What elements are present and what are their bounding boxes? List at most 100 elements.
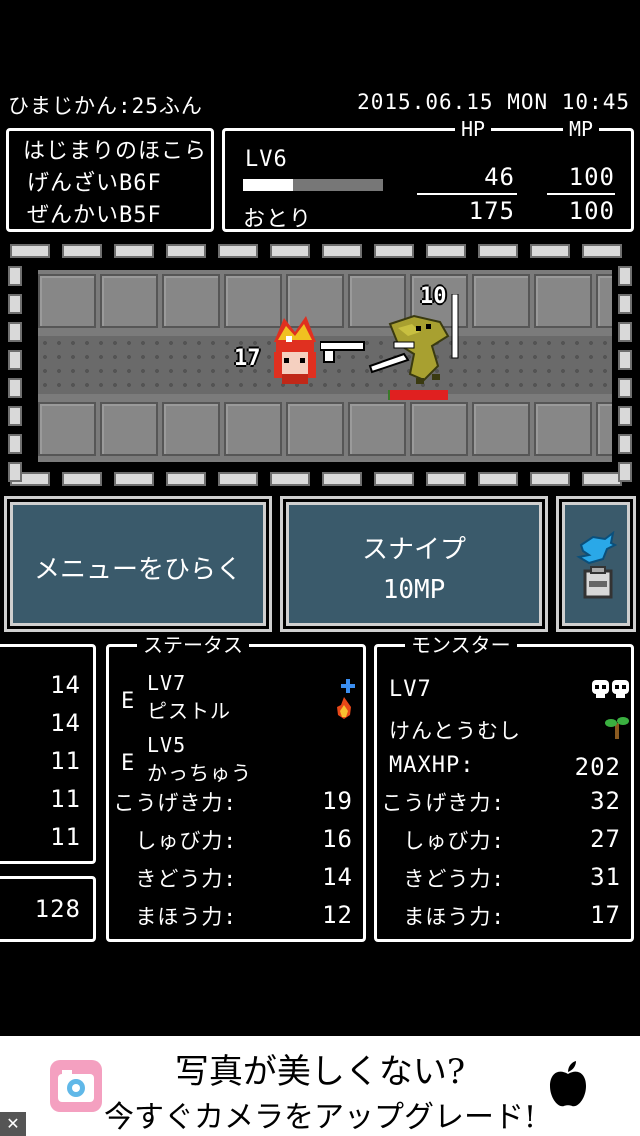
dungeon-name: はじまりのほこら <box>23 139 208 164</box>
wall-brick <box>8 378 22 398</box>
player-level: LV6 <box>245 147 288 172</box>
status-stat-label: しゅび力: <box>135 829 237 853</box>
left-stat-value: 14 <box>50 671 81 699</box>
status-panel-title: ステータス <box>137 634 249 656</box>
weapon-name: ピストル <box>147 699 231 723</box>
wall-tile <box>472 402 530 456</box>
wall-tile <box>534 274 592 328</box>
ad-close-button[interactable]: ✕ <box>0 1112 26 1136</box>
wall-brick <box>8 350 22 370</box>
exp-bar <box>243 179 383 191</box>
mp-current: 100 <box>568 163 615 191</box>
monster-stat-value: 31 <box>590 863 621 891</box>
status-panel: ステータス E LV7 ピストル E LV5 かっちゅう こうげき力: 19 しゅび… <box>106 634 366 942</box>
wall-brick <box>618 378 632 398</box>
location-panel: はじまりのほこら げんざいB6F ぜんかいB5F <box>6 128 214 232</box>
monster-stat-value: 27 <box>590 825 621 853</box>
wall-brick <box>374 244 414 258</box>
wall-tile <box>286 402 344 456</box>
ad-subline: 今すぐカメラをアップグレード! <box>103 1100 537 1135</box>
status-stat-value: 16 <box>322 825 353 853</box>
wall-tile <box>100 274 158 328</box>
wall-brick <box>618 406 632 426</box>
open-menu-button[interactable]: メニューをひらく <box>7 499 269 629</box>
player-status-panel: LV6 おとり HP MP 46 175 100 100 <box>222 118 634 232</box>
left-stat-value: 14 <box>50 709 81 737</box>
monster-maxhp-label: MAXHP: <box>389 753 475 778</box>
left-stats-panel: 14 14 11 11 11 <box>0 644 96 864</box>
exp-bar-fill <box>243 179 294 191</box>
wall-brick <box>530 472 570 486</box>
monster-stat-label: こうげき力: <box>381 791 505 815</box>
dungeon-view: 17 10 <box>4 240 636 492</box>
fire-icon <box>337 697 351 719</box>
monster-stat-label: きどう力: <box>403 867 505 891</box>
monster-stat-value: 32 <box>590 787 621 815</box>
monster-maxhp-value: 202 <box>574 753 621 781</box>
best-floor: ぜんかいB5F <box>27 203 162 228</box>
monster-panel-title: モンスター <box>405 634 517 656</box>
wall-brick <box>166 472 206 486</box>
wall-brick <box>8 406 22 426</box>
player-damage-number: 17 <box>234 346 261 371</box>
wall-tile <box>472 274 530 328</box>
enemy-sprite <box>368 294 459 384</box>
wall-tile <box>162 402 220 456</box>
skill-cost: 10MP <box>382 575 446 605</box>
player-sprite <box>274 316 316 384</box>
left-stat-value: 11 <box>50 785 81 813</box>
tweet-button[interactable] <box>559 499 633 629</box>
hp-header: HP <box>455 118 492 140</box>
wall-tile <box>100 402 158 456</box>
wall-brick <box>166 244 206 258</box>
wall-brick <box>270 472 310 486</box>
wall-tile <box>224 402 282 456</box>
skull-icon <box>592 680 629 698</box>
wall-tile <box>38 402 96 456</box>
wall-brick <box>426 472 466 486</box>
status-stat-value: 12 <box>322 901 353 929</box>
hp-current: 46 <box>484 163 515 191</box>
left-stat-value: 11 <box>50 823 81 851</box>
wall-brick <box>374 472 414 486</box>
armor-equip-marker: E <box>121 751 136 776</box>
wall-brick <box>618 462 632 482</box>
ad-headline: 写真が美しくない? <box>174 1052 466 1092</box>
status-stat-value: 14 <box>322 863 353 891</box>
wall-brick <box>478 244 518 258</box>
gold-panel: 128 <box>0 876 96 942</box>
mp-divider <box>547 193 615 195</box>
skill-name: スナイプ <box>361 535 466 565</box>
player-condition: おとり <box>243 207 313 232</box>
plus-icon <box>341 679 355 693</box>
wall-brick <box>618 266 632 286</box>
wall-brick <box>322 472 362 486</box>
weapon-level: LV7 <box>147 671 187 695</box>
wall-brick <box>8 294 22 314</box>
wall-brick <box>218 244 258 258</box>
wall-tile <box>410 402 468 456</box>
hp-max: 175 <box>468 197 515 225</box>
wall-brick <box>530 244 570 258</box>
wall-brick <box>8 462 22 482</box>
enemy-hp-bar-fill <box>390 390 448 400</box>
datetime-label: 2015.06.15 MON 10:45 <box>357 90 630 114</box>
pistol-sprite <box>320 341 365 363</box>
status-stat-label: きどう力: <box>135 867 237 891</box>
wall-brick <box>618 294 632 314</box>
wall-tile <box>596 274 612 328</box>
wall-brick <box>618 322 632 342</box>
wall-tile <box>596 402 612 456</box>
wall-brick <box>426 244 466 258</box>
wall-brick <box>8 322 22 342</box>
wall-tile <box>38 274 96 328</box>
wall-brick <box>8 266 22 286</box>
ad-banner[interactable]: 写真が美しくない? 今すぐカメラをアップグレード! ✕ <box>0 1036 640 1136</box>
armor-name: かっちゅう <box>147 761 252 785</box>
skill-snipe-button[interactable]: スナイプ 10MP <box>283 499 545 629</box>
monster-stat-label: しゅび力: <box>403 829 505 853</box>
monster-stat-label: まほう力: <box>403 905 505 929</box>
current-floor: げんざいB6F <box>27 171 162 196</box>
status-bar: ひまじかん:25ふん 2015.06.15 MON 10:45 <box>0 88 640 118</box>
hp-divider <box>417 193 517 195</box>
